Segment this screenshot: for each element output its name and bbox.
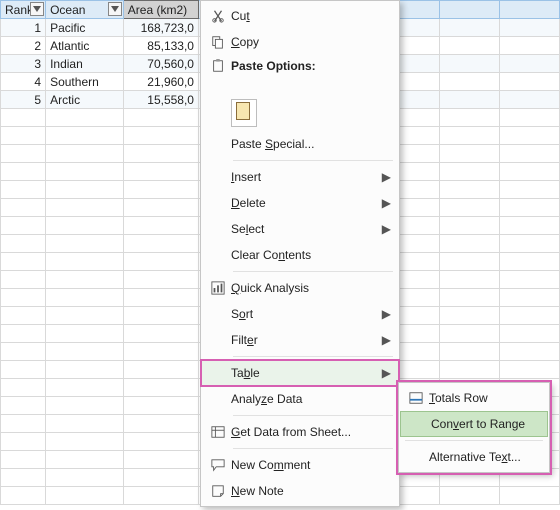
col-header-label: Area (km2)	[128, 3, 187, 17]
col-header-label: Rank	[5, 3, 33, 17]
menu-item-paste-options: Paste Options:	[201, 55, 399, 97]
cut-icon	[205, 9, 231, 23]
col-header-area[interactable]: Area (km2)	[123, 1, 198, 19]
cell-rank[interactable]: 1	[1, 19, 46, 37]
table-submenu: Totals Row Convert to Range Alternative …	[398, 382, 550, 473]
menu-item-label: Alternative Text...	[429, 450, 541, 464]
submenu-arrow-icon: ▶	[381, 196, 391, 210]
menu-item-copy[interactable]: Copy	[201, 29, 399, 55]
submenu-arrow-icon: ▶	[381, 333, 391, 347]
cell-ocean[interactable]: Atlantic	[46, 37, 124, 55]
filter-dropdown-icon[interactable]	[30, 2, 44, 16]
cell-rank[interactable]: 2	[1, 37, 46, 55]
submenu-arrow-icon: ▶	[381, 307, 391, 321]
menu-item-label: Analyze Data	[231, 392, 391, 406]
menu-item-label: Get Data from Sheet...	[231, 425, 391, 439]
col-header-rank[interactable]: Rank	[1, 1, 46, 19]
cell-rank[interactable]: 3	[1, 55, 46, 73]
paste-option-button[interactable]	[231, 99, 257, 127]
menu-item-label: Insert	[231, 170, 381, 184]
menu-item-paste-special[interactable]: Paste Special...	[201, 131, 399, 157]
menu-item-label: Paste Options:	[231, 59, 391, 73]
menu-separator	[233, 356, 393, 357]
menu-item-cut[interactable]: Cut	[201, 3, 399, 29]
menu-item-clear-contents[interactable]: Clear Contents	[201, 242, 399, 268]
menu-item-label: Totals Row	[429, 391, 541, 405]
menu-item-label: Clear Contents	[231, 248, 391, 262]
menu-item-label: Select	[231, 222, 381, 236]
paste-icon	[205, 59, 231, 73]
menu-item-label: Delete	[231, 196, 381, 210]
context-menu: Cut Copy Paste Options: Paste Special...…	[200, 0, 400, 507]
comment-icon	[205, 458, 231, 472]
submenu-arrow-icon: ▶	[381, 170, 391, 184]
note-icon	[205, 484, 231, 498]
menu-separator	[233, 160, 393, 161]
menu-separator	[233, 271, 393, 272]
menu-item-analyze-data[interactable]: Analyze Data	[201, 386, 399, 412]
cell-rank[interactable]: 5	[1, 91, 46, 109]
cell-area[interactable]: 21,960,0	[123, 73, 198, 91]
menu-item-delete[interactable]: Delete ▶	[201, 190, 399, 216]
submenu-arrow-icon: ▶	[381, 222, 391, 236]
submenu-item-totals-row[interactable]: Totals Row	[399, 385, 549, 411]
cell-ocean[interactable]: Indian	[46, 55, 124, 73]
menu-item-quick-analysis[interactable]: Quick Analysis	[201, 275, 399, 301]
menu-separator	[405, 440, 543, 441]
filter-dropdown-icon[interactable]	[108, 2, 122, 16]
menu-item-select[interactable]: Select ▶	[201, 216, 399, 242]
menu-item-table[interactable]: Table ▶	[201, 360, 399, 386]
menu-item-label: New Note	[231, 484, 391, 498]
cell-ocean[interactable]: Southern	[46, 73, 124, 91]
menu-item-label: Sort	[231, 307, 381, 321]
menu-item-new-note[interactable]: New Note	[201, 478, 399, 504]
quick-analysis-icon	[205, 281, 231, 295]
menu-item-label: Convert to Range	[431, 417, 539, 431]
copy-icon	[205, 35, 231, 49]
menu-item-insert[interactable]: Insert ▶	[201, 164, 399, 190]
cell-area[interactable]: 168,723,0	[123, 19, 198, 37]
menu-item-label: New Comment	[231, 458, 391, 472]
totals-row-icon	[403, 391, 429, 405]
col-header-ocean[interactable]: Ocean	[46, 1, 124, 19]
submenu-item-convert-to-range[interactable]: Convert to Range	[400, 411, 548, 437]
cell-area[interactable]: 70,560,0	[123, 55, 198, 73]
submenu-item-alternative-text[interactable]: Alternative Text...	[399, 444, 549, 470]
cell-area[interactable]: 85,133,0	[123, 37, 198, 55]
submenu-arrow-icon: ▶	[381, 366, 391, 380]
cell-rank[interactable]: 4	[1, 73, 46, 91]
menu-separator	[233, 415, 393, 416]
cell-area[interactable]: 15,558,0	[123, 91, 198, 109]
menu-separator	[233, 448, 393, 449]
menu-item-label: Copy	[231, 35, 391, 49]
paste-options-row	[201, 99, 399, 131]
cell-ocean[interactable]: Pacific	[46, 19, 124, 37]
get-data-icon	[205, 425, 231, 439]
menu-item-new-comment[interactable]: New Comment	[201, 452, 399, 478]
menu-item-get-data[interactable]: Get Data from Sheet...	[201, 419, 399, 445]
menu-item-label: Quick Analysis	[231, 281, 391, 295]
menu-item-filter[interactable]: Filter ▶	[201, 327, 399, 353]
col-header-label: Ocean	[50, 3, 85, 17]
menu-item-sort[interactable]: Sort ▶	[201, 301, 399, 327]
cell-ocean[interactable]: Arctic	[46, 91, 124, 109]
menu-item-label: Table	[231, 366, 381, 380]
menu-item-label: Filter	[231, 333, 381, 347]
menu-item-label: Cut	[231, 9, 391, 23]
menu-item-label: Paste Special...	[231, 137, 391, 151]
